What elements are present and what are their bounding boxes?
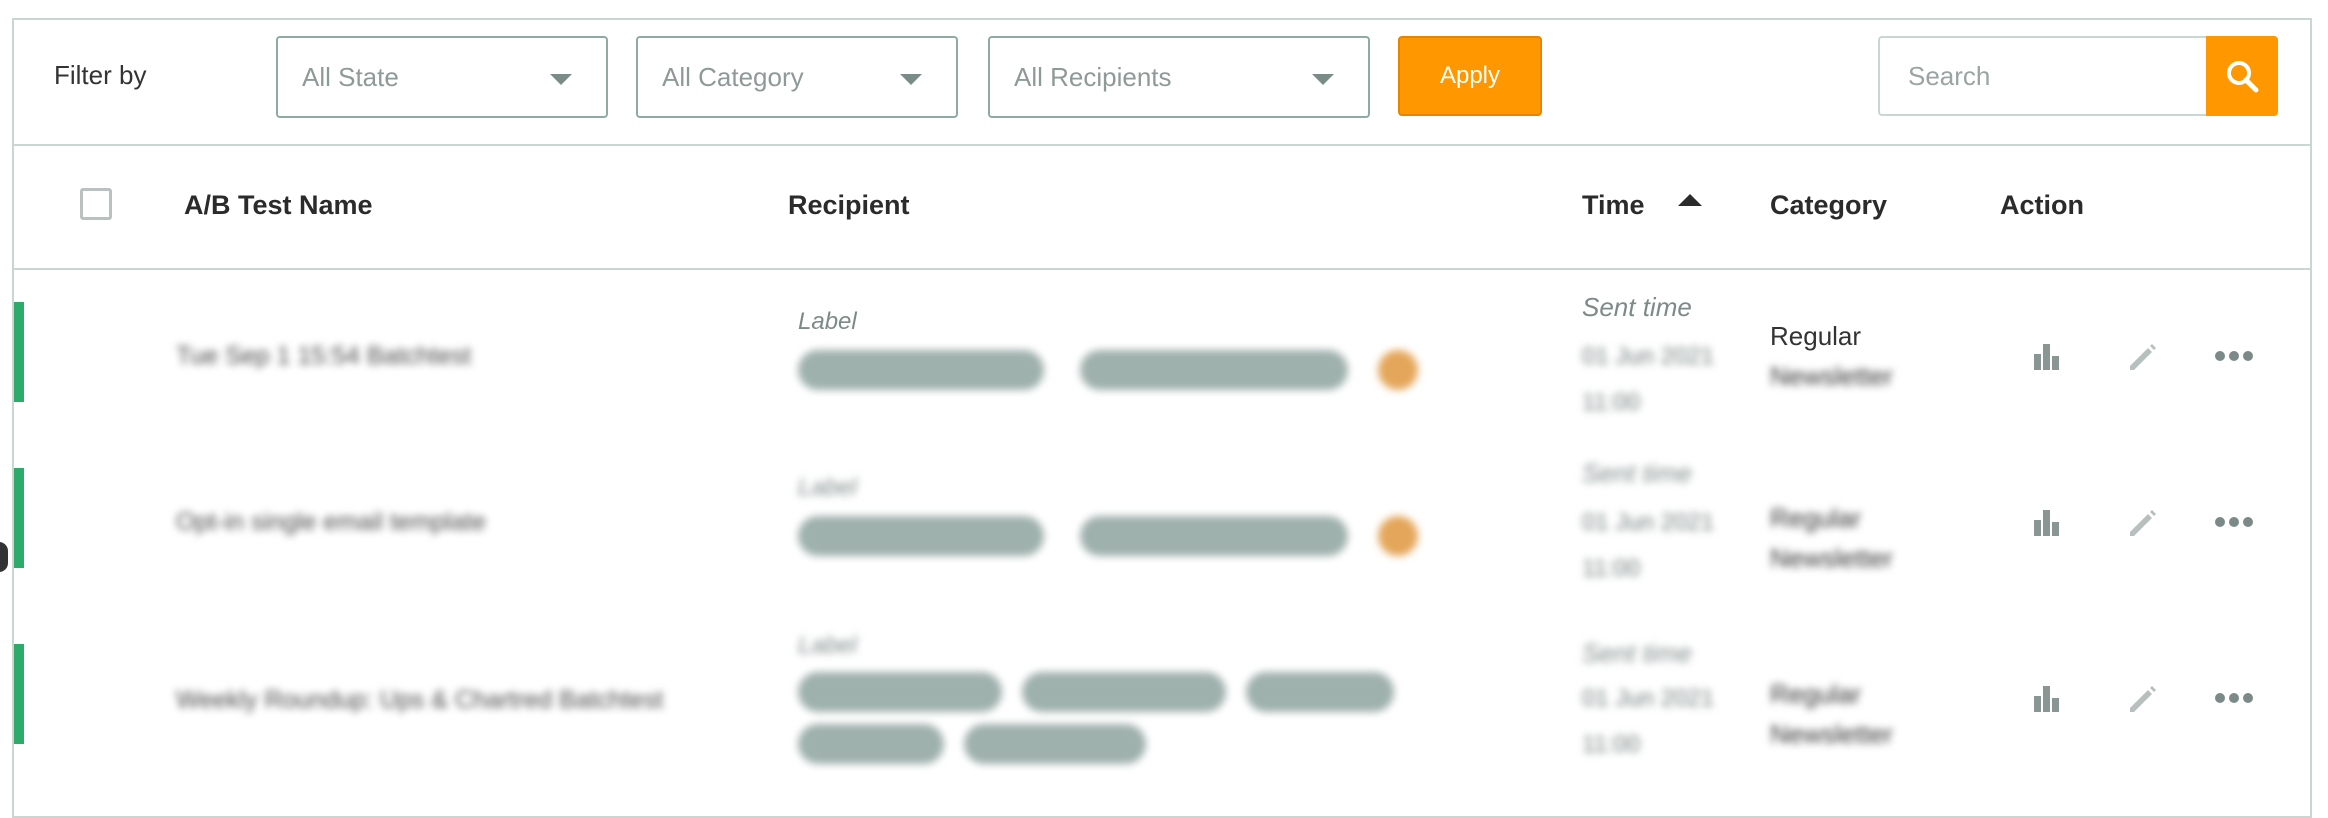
row-time-caption: Sent time (1582, 458, 1692, 488)
row-label-caption: Label (798, 474, 857, 501)
row-category: Regular Newsletter (1770, 498, 1893, 578)
header-recipient: Recipient (788, 190, 910, 220)
row-time-date: 01 Jun 2021 (1582, 509, 1715, 536)
table-row[interactable]: Opt-in single email template Label Sent … (14, 436, 2310, 600)
recipient-tag (1080, 516, 1348, 556)
row-time-hour: 11:00 (1582, 389, 1641, 416)
recipients-select-value: All Recipients (1014, 62, 1172, 92)
row-status-bar (14, 644, 24, 744)
row-time-caption: Sent time (1582, 292, 1692, 322)
row-label-caption: Label (798, 632, 857, 659)
filter-bar: Filter by All State All Category All Rec… (14, 20, 2310, 146)
table-row[interactable]: Tue Sep 1 15:54 Batchtest Label Sent tim… (14, 270, 2310, 430)
recipient-tag (964, 724, 1146, 764)
recipient-tag (798, 672, 1002, 712)
select-all-checkbox[interactable] (80, 188, 112, 220)
row-category-type: Regular (1770, 503, 1862, 533)
state-select-value: All State (302, 62, 399, 92)
header-action: Action (2000, 190, 2084, 220)
search-button[interactable] (2206, 36, 2278, 116)
row-category-type: Regular (1770, 321, 1862, 351)
apply-button[interactable]: Apply (1398, 36, 1542, 116)
filter-label: Filter by (54, 60, 147, 90)
bar-chart-icon[interactable] (2022, 498, 2070, 546)
recipient-tag (1378, 516, 1418, 556)
table-row[interactable]: Weekly Roundup: Ups & Chartred Batchtest… (14, 616, 2310, 816)
recipient-tag (1022, 672, 1226, 712)
recipient-tag (798, 724, 944, 764)
category-select[interactable]: All Category (636, 36, 958, 118)
state-select[interactable]: All State (276, 36, 608, 118)
row-label-caption: Label (798, 308, 857, 335)
recipient-tag (798, 350, 1044, 390)
row-status-bar (14, 302, 24, 402)
category-select-value: All Category (662, 62, 804, 92)
more-horizontal-icon[interactable] (2206, 674, 2262, 722)
recipient-tag (1378, 350, 1418, 390)
row-category-subtype: Newsletter (1770, 361, 1893, 391)
bar-chart-icon[interactable] (2022, 332, 2070, 380)
side-handle[interactable] (0, 542, 8, 572)
search-input[interactable] (1880, 38, 2206, 114)
pencil-icon[interactable] (2118, 498, 2166, 546)
bar-chart-icon[interactable] (2022, 674, 2070, 722)
row-time-date: 01 Jun 2021 (1582, 343, 1715, 370)
recipient-tag (1080, 350, 1348, 390)
more-horizontal-icon[interactable] (2206, 498, 2262, 546)
pencil-icon[interactable] (2118, 332, 2166, 380)
row-time: 01 Jun 2021 11:00 (1582, 500, 1714, 592)
row-category-subtype: Newsletter (1770, 543, 1893, 573)
row-status-bar (14, 468, 24, 568)
row-category-type: Regular (1770, 679, 1862, 709)
header-time[interactable]: Time (1582, 190, 1645, 221)
row-name[interactable]: Tue Sep 1 15:54 Batchtest (176, 342, 471, 371)
chevron-down-icon (900, 74, 922, 85)
row-time: 01 Jun 2021 11:00 (1582, 334, 1714, 426)
ab-test-list-panel: Filter by All State All Category All Rec… (12, 18, 2312, 818)
row-category-subtype: Newsletter (1770, 719, 1893, 749)
table-header: A/B Test Name Recipient Time Category Ac… (14, 144, 2310, 270)
row-category: Regular Newsletter (1770, 316, 1893, 396)
row-name[interactable]: Weekly Roundup: Ups & Chartred Batchtest (176, 686, 663, 715)
chevron-down-icon (1312, 74, 1334, 85)
chevron-down-icon (550, 74, 572, 85)
pencil-icon[interactable] (2118, 674, 2166, 722)
search-box (1878, 36, 2278, 116)
row-time-caption: Sent time (1582, 638, 1692, 668)
search-icon (2227, 61, 2259, 93)
recipient-tag (798, 516, 1044, 556)
row-category: Regular Newsletter (1770, 674, 1893, 754)
row-name[interactable]: Opt-in single email template (176, 508, 486, 537)
more-horizontal-icon[interactable] (2206, 332, 2262, 380)
sort-ascending-icon[interactable] (1678, 194, 1702, 206)
row-time: 01 Jun 2021 11:00 (1582, 676, 1714, 768)
row-time-hour: 11:00 (1582, 731, 1641, 758)
row-time-hour: 11:00 (1582, 555, 1641, 582)
header-name[interactable]: A/B Test Name (184, 190, 373, 221)
recipients-select[interactable]: All Recipients (988, 36, 1370, 118)
row-time-date: 01 Jun 2021 (1582, 685, 1715, 712)
header-category: Category (1770, 190, 1888, 220)
recipient-tag (1246, 672, 1394, 712)
